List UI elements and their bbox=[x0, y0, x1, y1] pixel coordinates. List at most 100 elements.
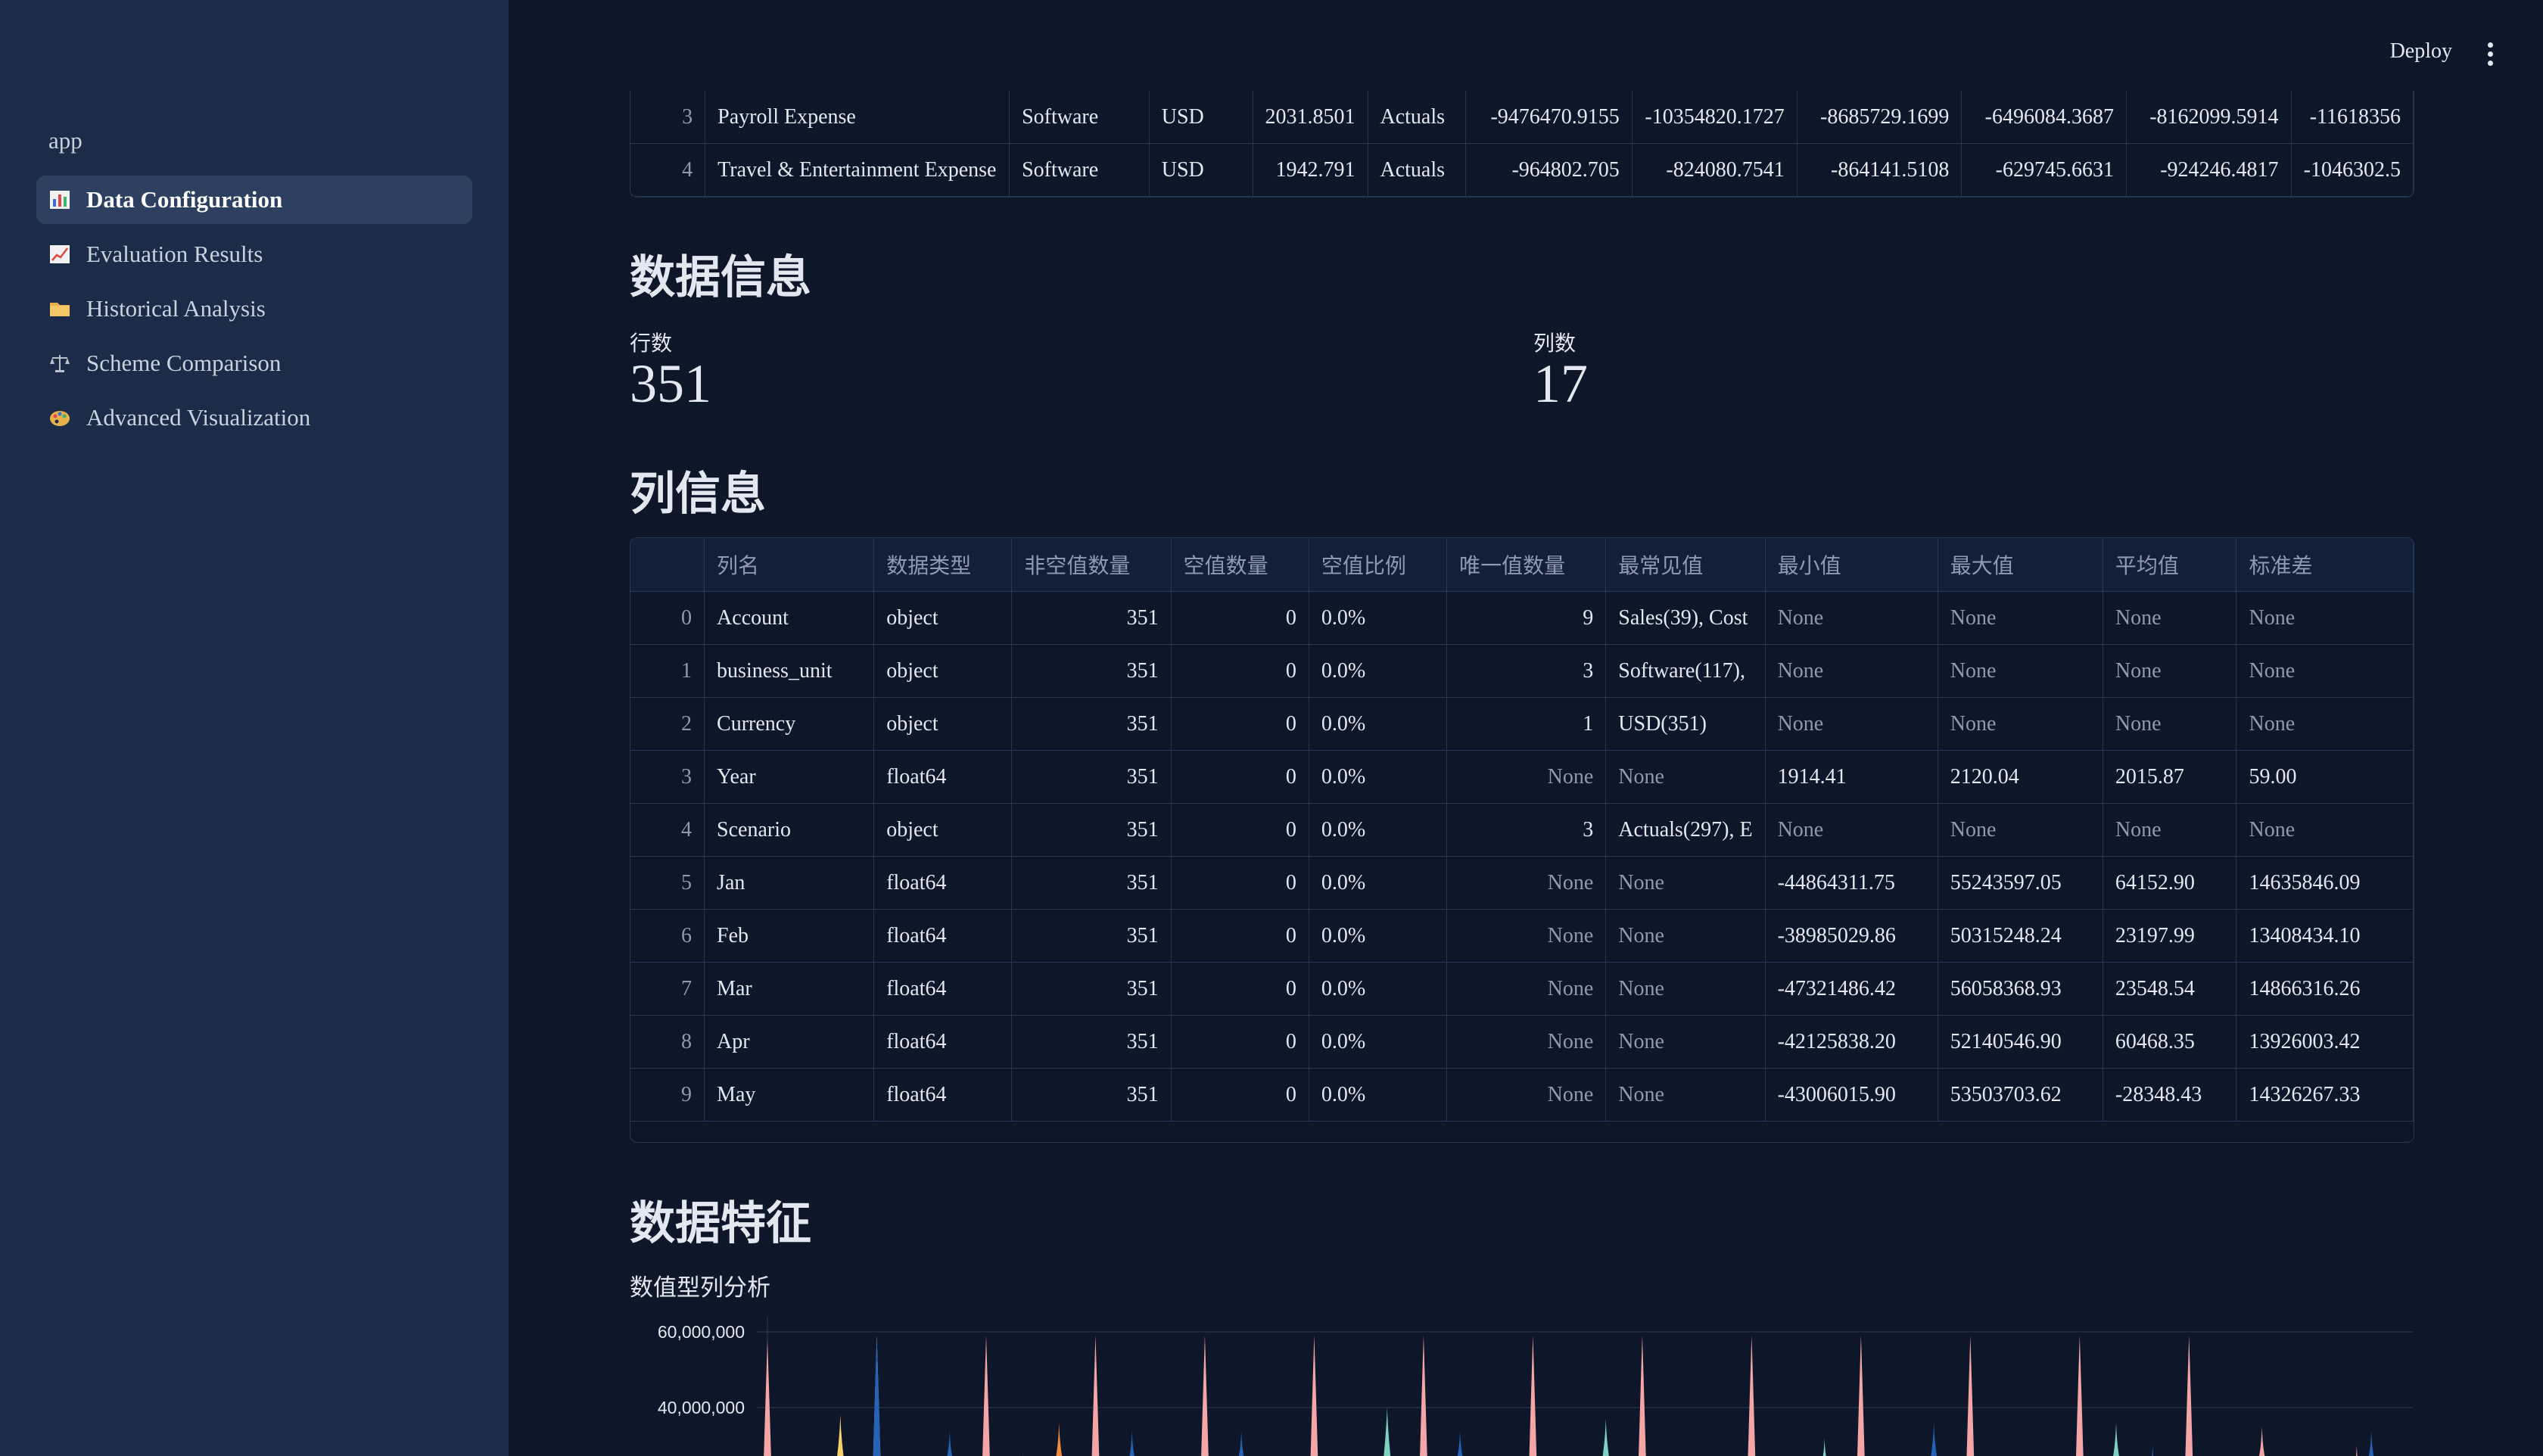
table-cell: USD bbox=[1149, 91, 1253, 144]
table-row[interactable]: 1 business_unit object 351 0 0.0% 3 Software(11… bbox=[630, 644, 2414, 698]
table-cell: float64 bbox=[873, 750, 1013, 804]
column-header[interactable]: 唯一值数量 bbox=[1446, 538, 1607, 592]
folder-icon bbox=[48, 297, 71, 320]
column-info-heading: 列信息 bbox=[630, 469, 766, 519]
table-cell: -6496084.3687 bbox=[1961, 91, 2127, 144]
table-cell: 351 bbox=[1011, 803, 1172, 857]
table-cell: None bbox=[2103, 644, 2237, 698]
table-cell: Actuals(297), E bbox=[1605, 803, 1766, 857]
series-peak bbox=[1201, 1336, 1209, 1456]
kebab-menu-icon[interactable] bbox=[2485, 42, 2495, 67]
nav-evaluation-results[interactable]: Evaluation Results bbox=[36, 230, 472, 278]
nav-advanced-visualization[interactable]: Advanced Visualization bbox=[36, 394, 472, 442]
series-peak bbox=[1931, 1423, 1938, 1456]
table-cell: 0 bbox=[1171, 750, 1309, 804]
table-row[interactable]: 3 Payroll Expense Software USD 2031.8501… bbox=[630, 91, 2414, 144]
table-row[interactable]: 6 Feb float64 351 0 0.0% None None -38985029.86 5… bbox=[630, 909, 2414, 963]
column-header[interactable] bbox=[630, 538, 705, 592]
table-cell: 351 bbox=[1011, 856, 1172, 910]
data-preview-table[interactable]: 3 Payroll Expense Software USD 2031.8501… bbox=[630, 91, 2414, 198]
row-index: 7 bbox=[630, 962, 705, 1016]
table-cell: float64 bbox=[873, 962, 1013, 1016]
app-label: app bbox=[48, 127, 82, 154]
series-peak bbox=[2258, 1426, 2265, 1456]
column-header[interactable]: 平均值 bbox=[2103, 538, 2237, 592]
row-index: 9 bbox=[630, 1068, 705, 1122]
nav-data-configuration[interactable]: Data Configuration bbox=[36, 176, 472, 224]
series-peak bbox=[2185, 1336, 2193, 1456]
table-row[interactable]: 3 Year float64 351 0 0.0% None None 1914.41 2120.… bbox=[630, 750, 2414, 804]
table-cell: 0 bbox=[1171, 962, 1309, 1016]
table-cell: 52140546.90 bbox=[1938, 1015, 2103, 1069]
column-header[interactable]: 列名 bbox=[704, 538, 875, 592]
table-cell: 0 bbox=[1171, 909, 1309, 963]
deploy-button[interactable]: Deploy bbox=[2390, 39, 2452, 64]
table-cell: Mar bbox=[704, 962, 875, 1016]
table-row[interactable]: 0 Account object 351 0 0.0% 9 Sales(39), Cost No… bbox=[630, 591, 2414, 645]
table-cell: None bbox=[2236, 697, 2414, 751]
table-cell: 3 bbox=[1446, 644, 1607, 698]
row-index: 8 bbox=[630, 1015, 705, 1069]
table-cell: 0.0% bbox=[1309, 962, 1448, 1016]
column-header[interactable]: 空值数量 bbox=[1171, 538, 1309, 592]
table-cell: Currency bbox=[704, 697, 875, 751]
table-cell: object bbox=[873, 591, 1013, 645]
table-cell: -924246.4817 bbox=[2126, 143, 2292, 197]
nav-label: Advanced Visualization bbox=[86, 404, 311, 431]
table-cell: 351 bbox=[1011, 909, 1172, 963]
table-row[interactable]: 5 Jan float64 351 0 0.0% None None -44864311.75 5… bbox=[630, 856, 2414, 910]
row-index: 0 bbox=[630, 591, 705, 645]
table-row[interactable]: 9 May float64 351 0 0.0% None None -43006015.90 5… bbox=[630, 1068, 2414, 1122]
table-cell: None bbox=[2103, 803, 2237, 857]
table-cell: None bbox=[1765, 803, 1938, 857]
table-row[interactable]: 7 Mar float64 351 0 0.0% None None -47321486.42 5… bbox=[630, 962, 2414, 1016]
row-index: 3 bbox=[630, 91, 706, 144]
column-header[interactable]: 最常见值 bbox=[1605, 538, 1766, 592]
sidebar-nav: Data Configuration Evaluation Results Hi… bbox=[36, 176, 472, 448]
table-cell: 60468.35 bbox=[2103, 1015, 2237, 1069]
column-header[interactable]: 非空值数量 bbox=[1011, 538, 1172, 592]
table-cell: 14326267.33 bbox=[2236, 1068, 2414, 1122]
series-peak bbox=[873, 1336, 881, 1456]
series-peak bbox=[764, 1339, 771, 1456]
table-cell: None bbox=[1446, 1068, 1607, 1122]
column-header[interactable]: 标准差 bbox=[2236, 538, 2414, 592]
table-cell: None bbox=[1605, 962, 1766, 1016]
table-row[interactable]: 4 Travel & Entertainment Expense Softwar… bbox=[630, 143, 2414, 197]
column-header[interactable]: 最小值 bbox=[1765, 538, 1938, 592]
nav-historical-analysis[interactable]: Historical Analysis bbox=[36, 285, 472, 333]
table-cell: -8162099.5914 bbox=[2126, 91, 2292, 144]
table-row[interactable]: 4 Scenario object 351 0 0.0% 3 Actuals(297), EN… bbox=[630, 803, 2414, 857]
table-cell: 0.0% bbox=[1309, 750, 1448, 804]
table-cell: 0.0% bbox=[1309, 909, 1448, 963]
nav-scheme-comparison[interactable]: Scheme Comparison bbox=[36, 339, 472, 387]
table-cell: 55243597.05 bbox=[1938, 856, 2103, 910]
table-cell: 351 bbox=[1011, 697, 1172, 751]
table-cell: 0.0% bbox=[1309, 803, 1448, 857]
table-cell: 3 bbox=[1446, 803, 1607, 857]
table-cell: None bbox=[1938, 697, 2103, 751]
series-peak bbox=[2355, 1445, 2358, 1456]
table-cell: 351 bbox=[1011, 1068, 1172, 1122]
series-peak bbox=[1857, 1336, 1865, 1456]
series-peak bbox=[1420, 1336, 1427, 1456]
column-header[interactable]: 空值比例 bbox=[1309, 538, 1448, 592]
table-cell: None bbox=[1938, 803, 2103, 857]
table-row[interactable]: 2 Currency object 351 0 0.0% 1 USD(351) None None… bbox=[630, 697, 2414, 751]
table-cell: -47321486.42 bbox=[1765, 962, 1938, 1016]
series-peak bbox=[1457, 1430, 1463, 1456]
table-cell: 351 bbox=[1011, 591, 1172, 645]
table-cell: float64 bbox=[873, 909, 1013, 963]
numeric-analysis-subheading: 数值型列分析 bbox=[630, 1274, 770, 1301]
table-cell: None bbox=[2103, 697, 2237, 751]
column-info-table[interactable]: 列名 数据类型 非空值数量 空值数量 空值比例 唯一值数量 最常见值 最小值 最大值 平均值 标准差… bbox=[630, 537, 2414, 1143]
column-header[interactable]: 数据类型 bbox=[873, 538, 1013, 592]
table-cell: Software bbox=[1009, 91, 1150, 144]
row-index: 4 bbox=[630, 803, 705, 857]
table-row[interactable]: 8 Apr float64 351 0 0.0% None None -42125838.20 5… bbox=[630, 1015, 2414, 1069]
table-cell: 1 bbox=[1446, 697, 1607, 751]
table-cell: 23197.99 bbox=[2103, 909, 2237, 963]
column-header[interactable]: 最大值 bbox=[1938, 538, 2103, 592]
table-cell: float64 bbox=[873, 856, 1013, 910]
table-cell: -9476470.9155 bbox=[1465, 91, 1633, 144]
